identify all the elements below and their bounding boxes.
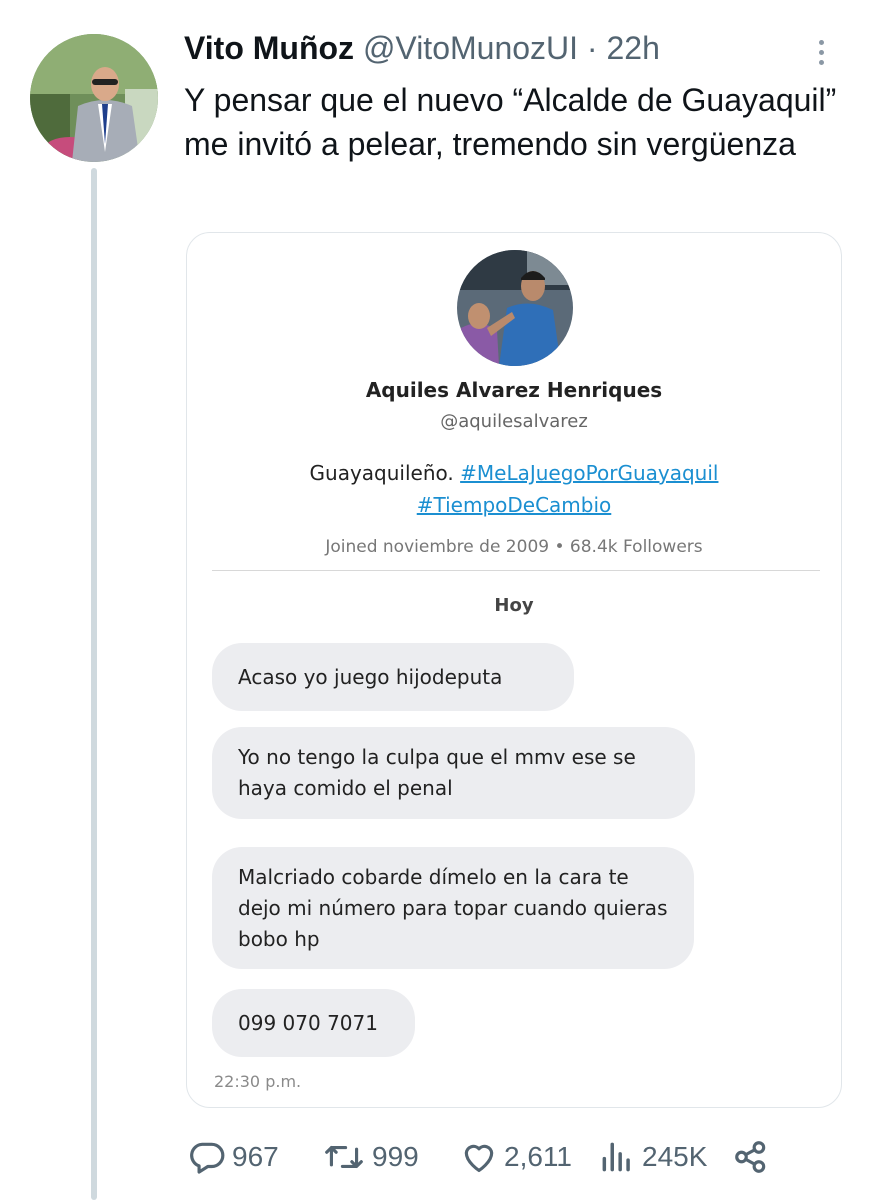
day-label: Hoy — [494, 595, 534, 616]
author-handle[interactable]: @VitoMunozUI — [363, 30, 578, 66]
reply-button[interactable]: 967 — [188, 1135, 279, 1179]
author-avatar-image — [30, 34, 158, 162]
tweet-time[interactable]: 22h — [606, 30, 659, 66]
tweet-image[interactable]: Aquiles Alvarez Henriques @aquilesalvare… — [186, 232, 842, 1108]
views-icon — [602, 1142, 630, 1172]
author-avatar[interactable] — [30, 34, 158, 162]
tweet-actions: 967 999 2,611 245K — [0, 1135, 870, 1179]
message-bubble: 099 070 7071 — [212, 989, 415, 1057]
thread-line — [91, 168, 97, 1200]
divider — [212, 570, 820, 571]
profile-avatar — [457, 250, 573, 366]
like-button[interactable]: 2,611 — [460, 1135, 572, 1179]
message-text: Acaso yo juego hijodeputa — [238, 664, 503, 689]
more-icon[interactable] — [806, 30, 836, 74]
views-count: 245K — [642, 1141, 708, 1172]
profile-meta: Joined noviembre de 2009 • 68.4k Followe… — [325, 537, 703, 557]
retweet-count: 999 — [372, 1141, 419, 1172]
message-bubble: Acaso yo juego hijodeputa — [212, 643, 574, 711]
bio-text: Guayaquileño. — [309, 461, 454, 485]
views-button[interactable]: 245K — [598, 1135, 707, 1179]
message-text: 099 070 7071 — [238, 1010, 378, 1035]
header-separator: · — [586, 30, 598, 66]
reply-count: 967 — [232, 1141, 279, 1172]
share-button[interactable] — [732, 1135, 770, 1179]
author-name[interactable]: Vito Muñoz — [184, 30, 354, 66]
reply-icon — [190, 1142, 225, 1174]
message-timestamp: 22:30 p.m. — [214, 1072, 302, 1091]
message-bubble: Malcriado cobarde dímelo en la cara te d… — [212, 847, 694, 969]
profile-bio: Guayaquileño. #MeLaJuegoPorGuayaquil #Ti… — [187, 457, 841, 521]
profile-avatar-image — [457, 250, 573, 366]
embedded-screenshot: Aquiles Alvarez Henriques @aquilesalvare… — [187, 233, 841, 1107]
tweet-text: Y pensar que el nuevo “Alcalde de Guayaq… — [184, 82, 837, 162]
like-icon — [464, 1144, 494, 1173]
message-bubble: Yo no tengo la culpa que el mmv ese se h… — [212, 727, 695, 819]
retweet-button[interactable]: 999 — [322, 1135, 419, 1179]
retweet-icon — [325, 1145, 363, 1168]
hashtag-link: #TiempoDeCambio — [416, 493, 612, 517]
profile-name: Aquiles Alvarez Henriques — [365, 378, 663, 402]
tweet-header: Vito Muñoz @VitoMunozUI · 22h — [184, 28, 660, 68]
hashtag-link: #MeLaJuegoPorGuayaquil — [460, 461, 719, 485]
message-text: Malcriado cobarde dímelo en la cara te d… — [238, 864, 668, 951]
profile-handle: @aquilesalvarez — [440, 411, 588, 432]
message-text: Yo no tengo la culpa que el mmv ese se h… — [238, 745, 636, 800]
like-count: 2,611 — [504, 1141, 572, 1172]
share-icon — [735, 1141, 766, 1173]
